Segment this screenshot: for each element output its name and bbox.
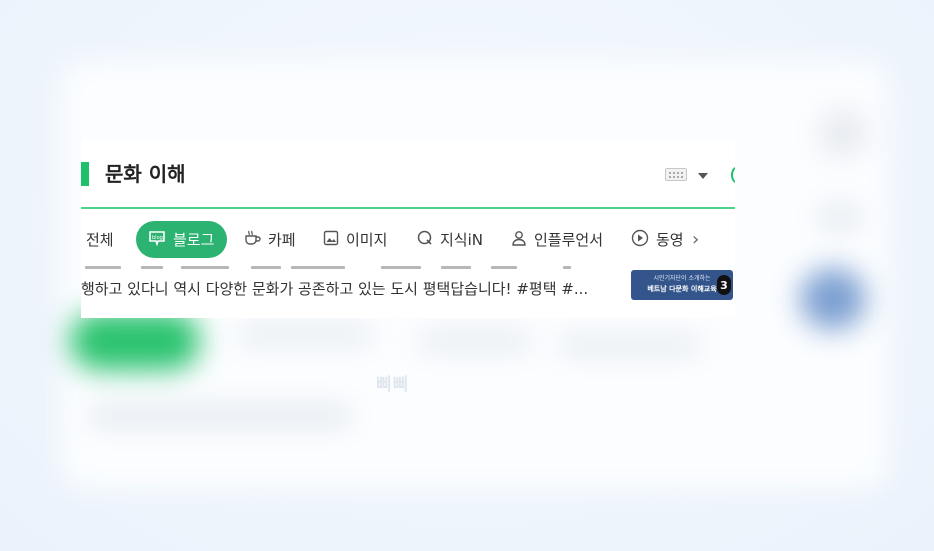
search-bar[interactable]: 문화 이해 [81, 141, 735, 209]
search-lens-icon[interactable] [731, 167, 735, 183]
tab-label: 카페 [268, 231, 296, 249]
tab-label: 전체 [86, 231, 114, 249]
blog-icon: blog [148, 230, 166, 250]
tab-label: 인플루언서 [534, 231, 604, 249]
tab-all[interactable]: ‹ 전체 [81, 221, 114, 258]
play-icon [631, 229, 649, 251]
tab-label: 지식iN [440, 231, 483, 249]
cafe-icon [243, 230, 261, 250]
background-text-line [820, 210, 860, 224]
tab-label: 이미지 [346, 231, 388, 249]
background-text-line [420, 336, 530, 346]
background-green-button [70, 312, 200, 370]
tab-cafe[interactable]: 카페 [243, 221, 296, 258]
background-text-line [560, 340, 700, 350]
search-tabs: ‹ 전체 blog 블로그 카페 이미지 지식iN [81, 221, 735, 258]
chevron-right-icon[interactable]: › [692, 221, 699, 258]
image-count-badge: 3 [717, 275, 731, 295]
person-icon [511, 230, 527, 250]
result-thumbnail[interactable]: 시민기자단이 소개하는 베트남 다문화 이해교육 3 [631, 270, 733, 300]
background-circle [820, 110, 866, 156]
search-card: 문화 이해 ‹ 전체 blog 블로그 카페 이미지 [81, 141, 735, 318]
background-text-line [90, 410, 350, 422]
watermark: 삐삐 [376, 375, 410, 395]
query-accent-bar [81, 162, 89, 186]
tab-label: 동영 [656, 231, 684, 249]
tab-label: 블로그 [173, 231, 215, 249]
tab-image[interactable]: 이미지 [323, 221, 387, 258]
result-snippet[interactable]: 행하고 있다니 역시 다양한 문화가 공존하고 있는 도시 평택답습니다! #평… [81, 278, 611, 299]
background-text-line [240, 330, 370, 340]
truncated-text-line [81, 262, 626, 274]
search-query[interactable]: 문화 이해 [105, 158, 186, 187]
dropdown-caret-icon[interactable] [698, 173, 708, 179]
search-q-icon [417, 230, 433, 250]
keyboard-icon[interactable] [665, 168, 687, 181]
svg-text:blog: blog [152, 235, 163, 241]
tab-video[interactable]: 동영 [631, 221, 684, 258]
image-icon [323, 230, 339, 250]
background-blue-circle [800, 268, 866, 330]
tab-influencer[interactable]: 인플루언서 [511, 221, 603, 258]
tab-blog[interactable]: blog 블로그 [136, 221, 228, 258]
tab-kin[interactable]: 지식iN [417, 221, 483, 258]
